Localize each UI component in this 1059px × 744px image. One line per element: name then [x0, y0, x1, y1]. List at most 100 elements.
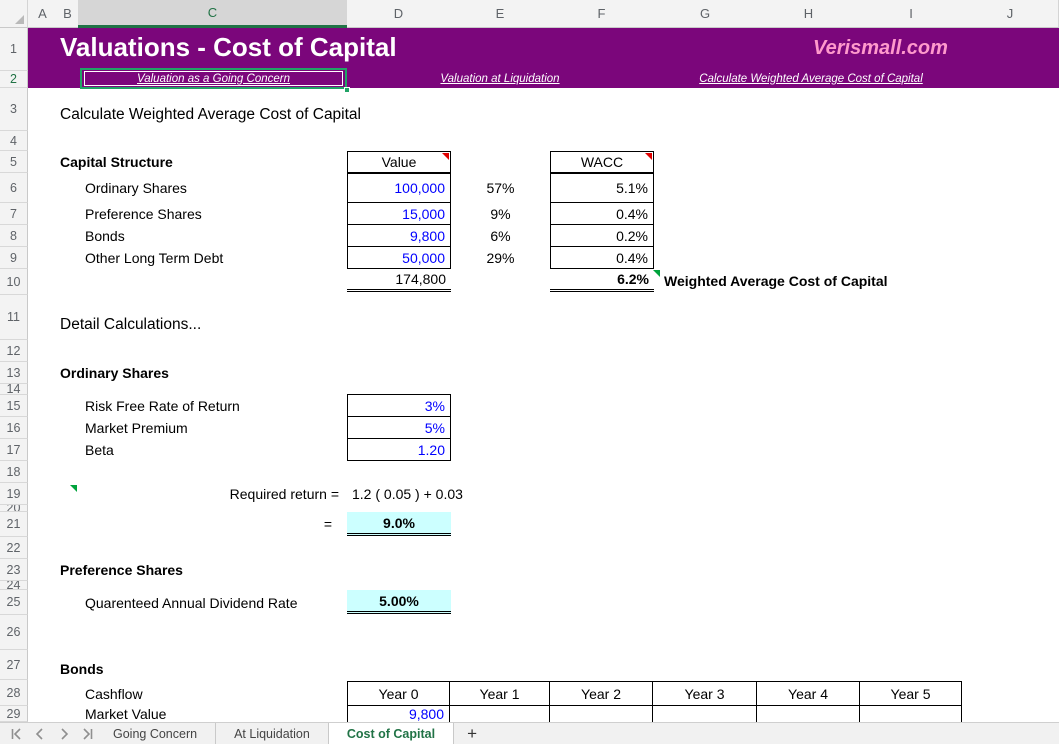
bond-year-header-row: Year 0 Year 1 Year 2 Year 3 Year 4 Year …: [347, 681, 962, 706]
input-risk-free-rate[interactable]: 3%: [347, 394, 451, 417]
row-header-14[interactable]: 14: [0, 384, 28, 395]
value-bonds[interactable]: 9,800: [347, 224, 451, 247]
value-header-label: Value: [382, 154, 417, 170]
row-header-5[interactable]: 5: [0, 151, 28, 173]
required-return-result[interactable]: 9.0%: [347, 512, 451, 536]
smart-tag-icon: [653, 270, 660, 277]
row-header-4[interactable]: 4: [0, 131, 28, 151]
ordinary-shares-title: Ordinary Shares: [60, 362, 280, 384]
row-header-19[interactable]: 19: [0, 483, 28, 505]
wacc-ordinary-shares[interactable]: 5.1%: [550, 173, 654, 203]
row-header-16[interactable]: 16: [0, 417, 28, 439]
input-market-premium[interactable]: 5%: [347, 416, 451, 439]
total-value-cell[interactable]: 174,800: [347, 269, 451, 292]
value-other-debt[interactable]: 50,000: [347, 246, 451, 269]
total-wacc-cell[interactable]: 6.2%: [550, 269, 654, 292]
row-header-7[interactable]: 7: [0, 203, 28, 225]
column-header-j[interactable]: J: [962, 0, 1059, 28]
brand-logo: Verismall.com: [773, 37, 988, 60]
column-header-h[interactable]: H: [757, 0, 861, 28]
column-header-g[interactable]: G: [653, 0, 758, 28]
tab-going-concern[interactable]: Going Concern: [95, 723, 216, 744]
row-header-22[interactable]: 22: [0, 537, 28, 559]
wacc-header-cell[interactable]: WACC: [550, 151, 654, 173]
row-header-15[interactable]: 15: [0, 395, 28, 417]
row-header-25[interactable]: 25: [0, 590, 28, 615]
row-label-other-debt: Other Long Term Debt: [85, 247, 335, 269]
row-header-3[interactable]: 3: [0, 88, 28, 131]
tab-cost-of-capital[interactable]: Cost of Capital: [329, 723, 454, 744]
previous-sheet-icon[interactable]: [32, 727, 47, 741]
select-all-corner[interactable]: [0, 0, 28, 28]
year-header-cell[interactable]: Year 0: [348, 682, 450, 705]
column-header-b[interactable]: B: [57, 0, 79, 28]
year-header-cell[interactable]: Year 4: [757, 682, 860, 705]
column-header-d[interactable]: D: [347, 0, 451, 28]
market-value-cell[interactable]: [550, 706, 653, 722]
bond-market-value-row: 9,800: [347, 706, 962, 722]
sheet-heading: Calculate Weighted Average Cost of Capit…: [60, 103, 480, 127]
row-header-6[interactable]: 6: [0, 173, 28, 203]
column-header-i[interactable]: I: [860, 0, 963, 28]
value-preference-shares[interactable]: 15,000: [347, 202, 451, 225]
input-beta[interactable]: 1.20: [347, 438, 451, 461]
link-calculate-wacc[interactable]: Calculate Weighted Average Cost of Capit…: [682, 71, 940, 86]
year-header-cell[interactable]: Year 5: [860, 682, 961, 705]
value-header-cell[interactable]: Value: [347, 151, 451, 173]
row-header-9[interactable]: 9: [0, 247, 28, 269]
market-value-cell[interactable]: [450, 706, 550, 722]
row-header-12[interactable]: 12: [0, 340, 28, 362]
column-header-e[interactable]: E: [450, 0, 551, 28]
value-ordinary-shares[interactable]: 100,000: [347, 173, 451, 203]
row-header-28[interactable]: 28: [0, 680, 28, 706]
market-value-year0-cell[interactable]: 9,800: [348, 706, 450, 722]
column-header-f[interactable]: F: [550, 0, 654, 28]
weight-preference-shares[interactable]: 9%: [450, 203, 551, 225]
market-value-cell[interactable]: [860, 706, 961, 722]
row-header-21[interactable]: 21: [0, 512, 28, 537]
row-header-24[interactable]: 24: [0, 581, 28, 590]
next-sheet-icon[interactable]: [56, 727, 71, 741]
row-header-2[interactable]: 2: [0, 71, 28, 88]
row-header-26[interactable]: 26: [0, 615, 28, 650]
market-value-cell[interactable]: [757, 706, 860, 722]
comment-indicator-icon: [645, 153, 652, 160]
row-header-11[interactable]: 11: [0, 295, 28, 340]
label-dividend-rate: Quarenteed Annual Dividend Rate: [85, 591, 345, 614]
year-header-cell[interactable]: Year 1: [450, 682, 550, 705]
year-header-cell[interactable]: Year 2: [550, 682, 653, 705]
row-header-13[interactable]: 13: [0, 362, 28, 384]
row-header-1[interactable]: 1: [0, 28, 28, 71]
weight-other-debt[interactable]: 29%: [450, 247, 551, 269]
wacc-preference-shares[interactable]: 0.4%: [550, 202, 654, 225]
dividend-rate-value[interactable]: 5.00%: [347, 590, 451, 614]
tab-at-liquidation[interactable]: At Liquidation: [216, 723, 329, 744]
weight-ordinary-shares[interactable]: 57%: [450, 173, 551, 203]
row-header-20[interactable]: 20: [0, 505, 28, 512]
row-label-ordinary-shares: Ordinary Shares: [85, 173, 335, 203]
wacc-bonds[interactable]: 0.2%: [550, 224, 654, 247]
year-header-cell[interactable]: Year 3: [653, 682, 757, 705]
row-header-18[interactable]: 18: [0, 461, 28, 483]
market-value-cell[interactable]: [653, 706, 757, 722]
row-header-29[interactable]: 29: [0, 706, 28, 722]
row-header-8[interactable]: 8: [0, 225, 28, 247]
add-sheet-button[interactable]: +: [454, 723, 490, 744]
column-header-c[interactable]: C: [78, 0, 348, 28]
last-sheet-icon[interactable]: [80, 727, 95, 741]
label-beta: Beta: [85, 439, 335, 461]
select-all-icon: [15, 15, 24, 24]
first-sheet-icon[interactable]: [8, 727, 23, 741]
equals-sign: =: [100, 512, 337, 535]
row-header-10[interactable]: 10: [0, 269, 28, 295]
selection-fill-handle[interactable]: [344, 87, 350, 93]
bonds-title: Bonds: [60, 658, 260, 680]
weight-bonds[interactable]: 6%: [450, 225, 551, 247]
link-at-liquidation[interactable]: Valuation at Liquidation: [430, 71, 570, 86]
spreadsheet-app: A B C D E F G H I J 1 2 3 4 5 6 7 8 9 10…: [0, 0, 1059, 744]
row-header-27[interactable]: 27: [0, 650, 28, 680]
row-header-23[interactable]: 23: [0, 559, 28, 581]
column-header-a[interactable]: A: [28, 0, 58, 28]
wacc-other-debt[interactable]: 0.4%: [550, 246, 654, 269]
row-header-17[interactable]: 17: [0, 439, 28, 461]
